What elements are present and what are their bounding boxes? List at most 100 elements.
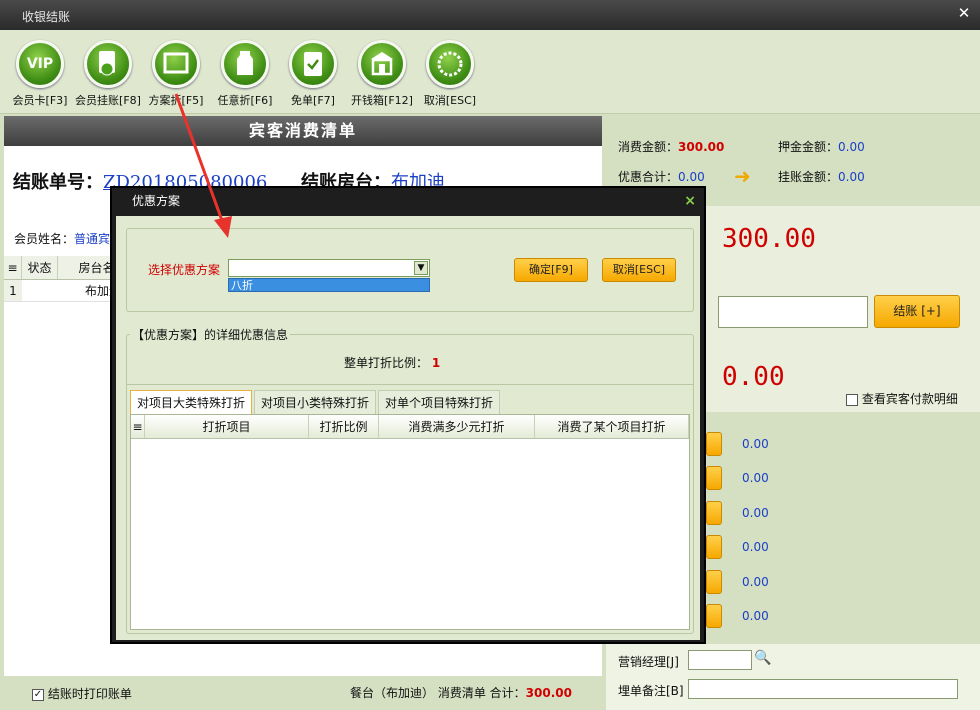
payment-value-4: 0.00 [742, 540, 769, 554]
deposit-value: 0.00 [838, 140, 865, 154]
cancel-label: 取消[ESC] [423, 94, 477, 107]
discount-plan-dialog: 优惠方案 × 选择优惠方案 ▼ 八折 确定[F9] 取消[ESC] 【优惠方案】… [110, 186, 706, 644]
annotation-arrow [174, 93, 232, 238]
detail-group-title: 【优惠方案】的详细优惠信息 [130, 326, 291, 343]
ok-button[interactable]: 确定[F9] [514, 258, 588, 282]
payment-value-6: 0.00 [742, 609, 769, 623]
deposit-amount: 押金金额：0.00 [778, 138, 865, 155]
plan-select[interactable]: ▼ [228, 259, 430, 277]
discount-grid-header: ≡ 打折项目 打折比例 消费满多少元打折 消费了某个项目打折 [131, 415, 689, 439]
manager-input[interactable] [688, 650, 752, 670]
ratio-text: 整单打折比例： 1 [344, 354, 440, 371]
search-icon[interactable]: 🔍 [754, 650, 771, 666]
tab-subcategory[interactable]: 对项目小类特殊打折 [254, 390, 377, 414]
change-amount: 0.00 [722, 362, 785, 392]
payment-value-3: 0.00 [742, 506, 769, 520]
member-name-label: 会员姓名： [14, 232, 75, 246]
member-card-button[interactable]: VIP 会员卡[F3] [4, 40, 76, 108]
payment-value-2: 0.00 [742, 471, 769, 485]
summary-text: 餐台（布加迪） 消费清单 合计：300.00 [350, 684, 572, 701]
manager-label: 营销经理[J] [618, 655, 679, 669]
grid-menu-icon[interactable]: ≡ [4, 256, 22, 279]
col-discount-item[interactable]: 打折项目 [145, 415, 309, 438]
payment-button-3[interactable] [706, 501, 722, 525]
cashbox-icon [358, 40, 406, 88]
payment-button-5[interactable] [706, 570, 722, 594]
payment-button-1[interactable] [706, 432, 722, 456]
divider [126, 384, 694, 385]
close-window-icon[interactable]: ✕ [954, 3, 974, 23]
free-bill-label: 免单[F7] [291, 94, 335, 107]
payment-detail-checkbox[interactable]: 查看宾客付款明细 [846, 390, 958, 407]
col-item-spend[interactable]: 消费了某个项目打折 [535, 415, 689, 438]
toolbar: VIP 会员卡[F3] 会员挂账[F8] 方案折[F5] 任意折[F6] 免单[… [0, 30, 980, 114]
payment-value-1: 0.00 [742, 437, 769, 451]
payment-value-5: 0.00 [742, 575, 769, 589]
consume-value: 300.00 [678, 140, 725, 154]
payment-detail-label: 查看宾客付款明细 [861, 392, 958, 406]
check-icon: ✓ [32, 688, 44, 701]
charge-value: 0.00 [838, 170, 865, 184]
dialog-close-icon[interactable]: × [684, 188, 696, 214]
window-titlebar: 收银结账 ✕ [0, 0, 980, 30]
ratio-value: 1 [431, 356, 441, 370]
remark-input[interactable] [688, 679, 958, 699]
dialog-body: 选择优惠方案 ▼ 八折 确定[F9] 取消[ESC] 【优惠方案】的详细优惠信息… [116, 216, 700, 640]
clipboard-check-icon [289, 40, 337, 88]
row-status [22, 280, 58, 301]
free-bill-button[interactable]: 免单[F7] [277, 40, 349, 108]
member-card-label: 会员卡[F3] [12, 94, 68, 107]
document-icon [84, 40, 132, 88]
payment-button-4[interactable] [706, 535, 722, 559]
discount-total: 优惠合计：0.00 [618, 168, 705, 185]
deposit-label: 押金金额： [778, 140, 839, 154]
left-footer: ✓ 结账时打印账单 餐台（布加迪） 消费清单 合计：300.00 [4, 677, 602, 707]
tab-single-item[interactable]: 对单个项目特殊打折 [378, 390, 501, 414]
select-plan-label: 选择优惠方案 [148, 263, 221, 277]
open-cashbox-button[interactable]: 开钱箱[F12] [346, 40, 418, 108]
cancel-icon [426, 40, 474, 88]
ratio-label: 整单打折比例： [344, 356, 429, 370]
open-cashbox-label: 开钱箱[F12] [351, 94, 413, 107]
checkout-button[interactable]: 结账 [+] [874, 295, 960, 328]
print-checkbox[interactable]: ✓ 结账时打印账单 [32, 685, 132, 702]
vip-icon: VIP [16, 40, 64, 88]
member-credit-label: 会员挂账[F8] [75, 94, 141, 107]
tab-category[interactable]: 对项目大类特殊打折 [130, 390, 253, 414]
bottle-icon [221, 40, 269, 88]
summary-label: 餐台（布加迪） 消费清单 合计： [350, 686, 526, 700]
member-name: 会员姓名：普通宾 [14, 230, 110, 247]
checkbox-box [846, 393, 858, 406]
member-name-value[interactable]: 普通宾 [74, 232, 110, 246]
remark-label: 埋单备注[B] [618, 684, 684, 698]
tab-bar: 对项目大类特殊打折 对项目小类特殊打折 对单个项目特殊打折 [130, 390, 502, 414]
col-discount-ratio[interactable]: 打折比例 [309, 415, 379, 438]
cancel-button[interactable]: 取消[ESC] [414, 40, 486, 108]
charge-amount: 挂账金额：0.00 [778, 168, 865, 185]
col-min-spend[interactable]: 消费满多少元打折 [379, 415, 535, 438]
payment-button-2[interactable] [706, 466, 722, 490]
print-label: 结账时打印账单 [47, 687, 132, 701]
discount-grid: ≡ 打折项目 打折比例 消费满多少元打折 消费了某个项目打折 [130, 414, 690, 630]
charge-label: 挂账金额： [778, 170, 839, 184]
member-credit-button[interactable]: 会员挂账[F8] [72, 40, 144, 108]
dropdown-option[interactable]: 八折 [228, 278, 430, 292]
due-amount: 300.00 [722, 224, 816, 254]
grid-col-status[interactable]: 状态 [22, 256, 58, 279]
discount-label: 优惠合计： [618, 170, 679, 184]
chevron-down-icon[interactable]: ▼ [414, 261, 428, 275]
payment-button-6[interactable] [706, 604, 722, 628]
window-icon [152, 40, 200, 88]
summary-total: 300.00 [525, 686, 572, 700]
consume-amount: 消费金额：300.00 [618, 138, 724, 155]
consume-label: 消费金额： [618, 140, 679, 154]
window-title: 收银结账 [22, 10, 71, 24]
bill-number-label: 结账单号： [13, 172, 103, 193]
grid-menu-icon[interactable]: ≡ [131, 415, 145, 438]
row-number: 1 [4, 280, 22, 301]
tender-input[interactable] [718, 296, 868, 328]
discount-value: 0.00 [678, 170, 705, 184]
arrow-right-icon: ➜ [734, 164, 751, 188]
panel-header: 宾客消费清单 [4, 116, 602, 146]
dialog-cancel-button[interactable]: 取消[ESC] [602, 258, 676, 282]
